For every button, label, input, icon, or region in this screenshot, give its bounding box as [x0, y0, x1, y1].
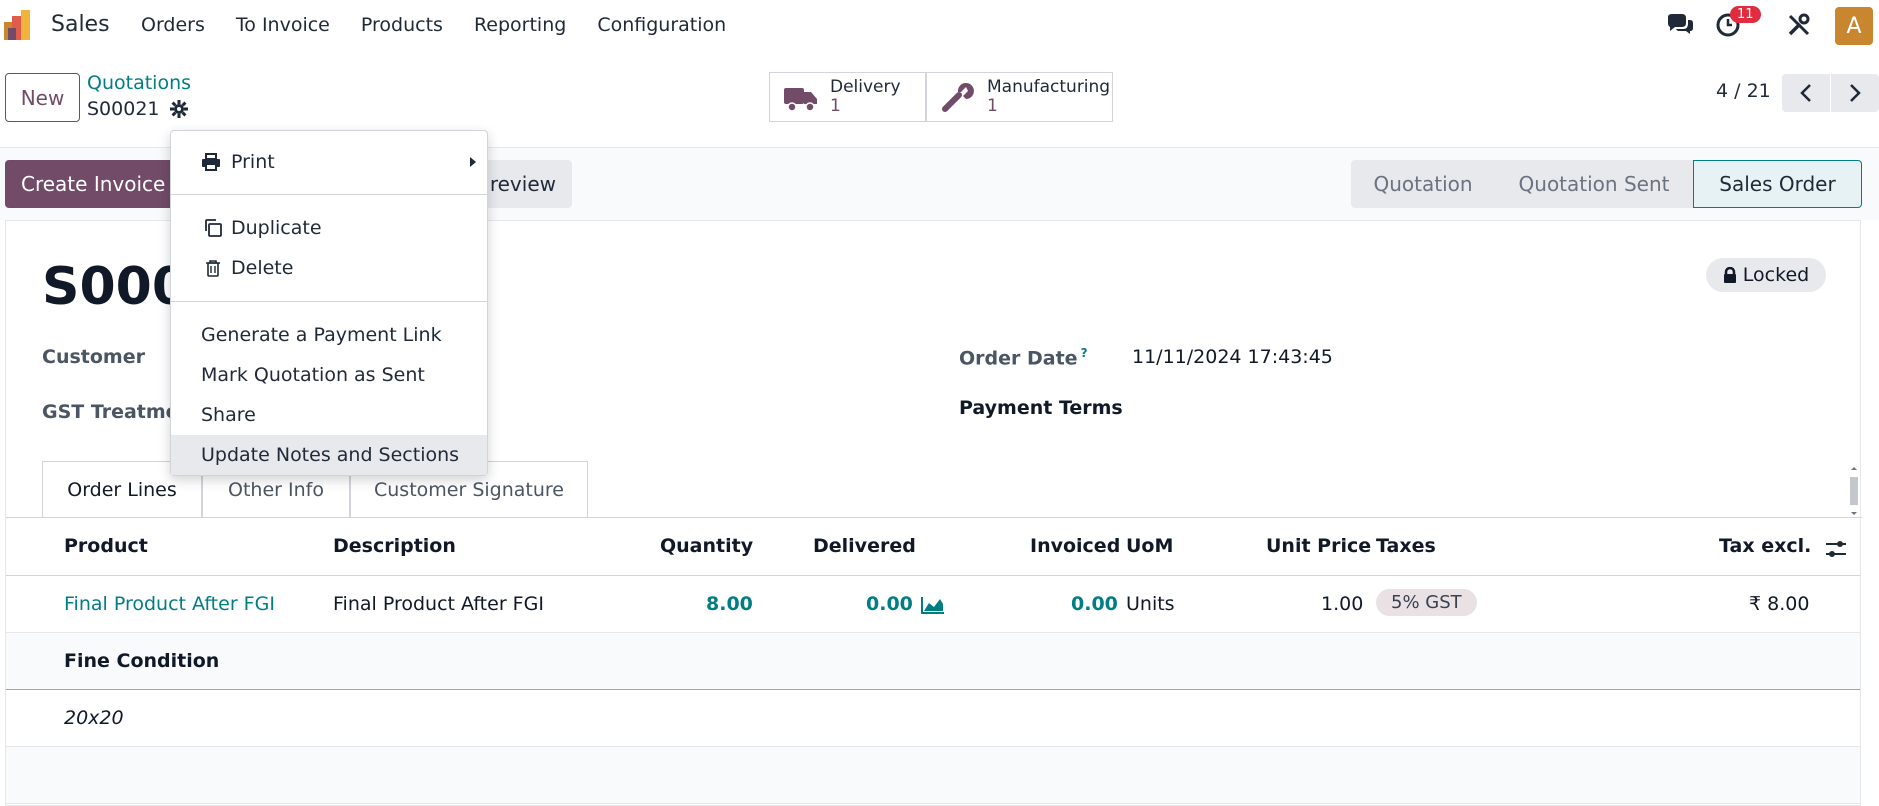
- delivery-label: Delivery: [830, 77, 901, 97]
- menu-item-share[interactable]: Share: [171, 395, 487, 435]
- delivery-count: 1: [830, 96, 841, 116]
- breadcrumb-quotations[interactable]: Quotations: [87, 72, 191, 94]
- table-header: Product Description Quantity Delivered I…: [6, 518, 1860, 576]
- line-unit-price[interactable]: 1.00: [1321, 593, 1363, 615]
- menu-divider: [171, 194, 487, 195]
- chevron-left-icon: [1800, 84, 1811, 102]
- line-quantity[interactable]: 8.00: [706, 593, 753, 615]
- customer-label: Customer: [42, 346, 145, 368]
- status-quotation[interactable]: Quotation: [1351, 160, 1495, 208]
- printer-icon: [202, 153, 220, 171]
- menu-item-delete[interactable]: Delete: [171, 248, 487, 288]
- line-tax-badge[interactable]: 5% GST: [1376, 589, 1477, 616]
- column-delivered[interactable]: Delivered: [813, 535, 916, 557]
- menu-configuration[interactable]: Configuration: [597, 14, 726, 36]
- line-description[interactable]: Final Product After FGI: [333, 593, 544, 615]
- user-avatar[interactable]: A: [1835, 7, 1873, 45]
- locked-label: Locked: [1742, 264, 1810, 286]
- menu-reporting[interactable]: Reporting: [474, 14, 566, 36]
- status-quotation-sent[interactable]: Quotation Sent: [1495, 160, 1693, 208]
- section-title[interactable]: Fine Condition: [64, 650, 219, 672]
- order-date-label: Order Date?: [959, 346, 1088, 370]
- copy-icon: [205, 219, 222, 237]
- manufacturing-count: 1: [987, 96, 998, 116]
- column-invoiced[interactable]: Invoiced: [1030, 535, 1120, 557]
- optional-columns-icon[interactable]: [1824, 538, 1848, 560]
- help-tooltip-icon[interactable]: ?: [1081, 346, 1088, 360]
- line-product[interactable]: Final Product After FGI: [64, 593, 275, 615]
- manufacturing-smart-button[interactable]: Manufacturing 1: [926, 72, 1113, 122]
- menu-item-duplicate-label: Duplicate: [231, 217, 322, 239]
- pager-next-button[interactable]: [1831, 74, 1879, 112]
- tabs-scrollbar[interactable]: [1848, 465, 1860, 517]
- new-button[interactable]: New: [5, 73, 80, 122]
- caret-right-icon: [470, 157, 476, 167]
- column-product[interactable]: Product: [64, 535, 148, 557]
- note-row[interactable]: 20x20: [6, 690, 1860, 747]
- pager-value[interactable]: 4 / 21: [1716, 80, 1771, 102]
- status-bar: Quotation Quotation Sent Sales Order: [1351, 160, 1862, 208]
- delivery-smart-button[interactable]: Delivery 1: [769, 72, 926, 122]
- line-delivered[interactable]: 0.00: [866, 593, 913, 615]
- menu-orders[interactable]: Orders: [141, 14, 205, 36]
- table-row[interactable]: Final Product After FGI Final Product Af…: [6, 576, 1860, 633]
- status-sales-order[interactable]: Sales Order: [1693, 160, 1862, 208]
- column-uom[interactable]: UoM: [1126, 535, 1173, 557]
- truck-icon: [784, 88, 817, 112]
- menu-to-invoice[interactable]: To Invoice: [236, 14, 330, 36]
- line-subtotal: ₹ 8.00: [1749, 593, 1810, 615]
- gear-icon[interactable]: [169, 100, 188, 118]
- menu-item-update-notes[interactable]: Update Notes and Sections: [171, 435, 487, 475]
- note-text[interactable]: 20x20: [64, 707, 124, 729]
- payment-terms-label: Payment Terms: [959, 397, 1123, 419]
- lock-icon: [1723, 267, 1736, 283]
- forecast-chart-icon[interactable]: [921, 596, 945, 614]
- gear-actions-dropdown: Print Duplicate Delete Generate a Paymen…: [170, 130, 488, 476]
- menu-divider: [171, 301, 487, 302]
- menu-item-print-label: Print: [231, 151, 275, 173]
- menu-item-duplicate[interactable]: Duplicate: [171, 208, 487, 248]
- menu-item-print[interactable]: Print: [171, 142, 487, 182]
- menu-products[interactable]: Products: [361, 14, 443, 36]
- column-tax-excl[interactable]: Tax excl.: [1719, 535, 1811, 557]
- column-taxes[interactable]: Taxes: [1376, 535, 1436, 557]
- menu-item-delete-label: Delete: [231, 257, 294, 279]
- menu-item-payment-link[interactable]: Generate a Payment Link: [171, 315, 487, 355]
- wrench-icon: [942, 83, 974, 112]
- tools-icon[interactable]: [1785, 11, 1813, 39]
- empty-row: [6, 747, 1860, 804]
- breadcrumb: S00021: [87, 98, 188, 120]
- breadcrumb-current: S00021: [87, 98, 160, 120]
- activity-badge: 11: [1730, 6, 1761, 23]
- app-logo-icon[interactable]: [4, 10, 38, 40]
- chat-icon[interactable]: [1666, 11, 1694, 39]
- top-navbar: Sales Orders To Invoice Products Reporti…: [0, 0, 1879, 52]
- main-menu: Orders To Invoice Products Reporting Con…: [141, 14, 757, 36]
- manufacturing-label: Manufacturing: [987, 77, 1111, 97]
- section-row[interactable]: Fine Condition: [6, 633, 1860, 690]
- locked-badge: Locked: [1706, 258, 1826, 292]
- menu-item-mark-sent[interactable]: Mark Quotation as Sent: [171, 355, 487, 395]
- column-quantity[interactable]: Quantity: [660, 535, 753, 557]
- line-invoiced[interactable]: 0.00: [1071, 593, 1118, 615]
- column-unit-price[interactable]: Unit Price: [1266, 535, 1371, 557]
- app-name[interactable]: Sales: [51, 12, 110, 37]
- order-date-value[interactable]: 11/11/2024 17:43:45: [1132, 346, 1333, 368]
- pager-previous-button[interactable]: [1782, 74, 1830, 112]
- chevron-right-icon: [1850, 84, 1861, 102]
- line-uom[interactable]: Units: [1126, 593, 1175, 615]
- column-description[interactable]: Description: [333, 535, 456, 557]
- trash-icon: [206, 260, 220, 277]
